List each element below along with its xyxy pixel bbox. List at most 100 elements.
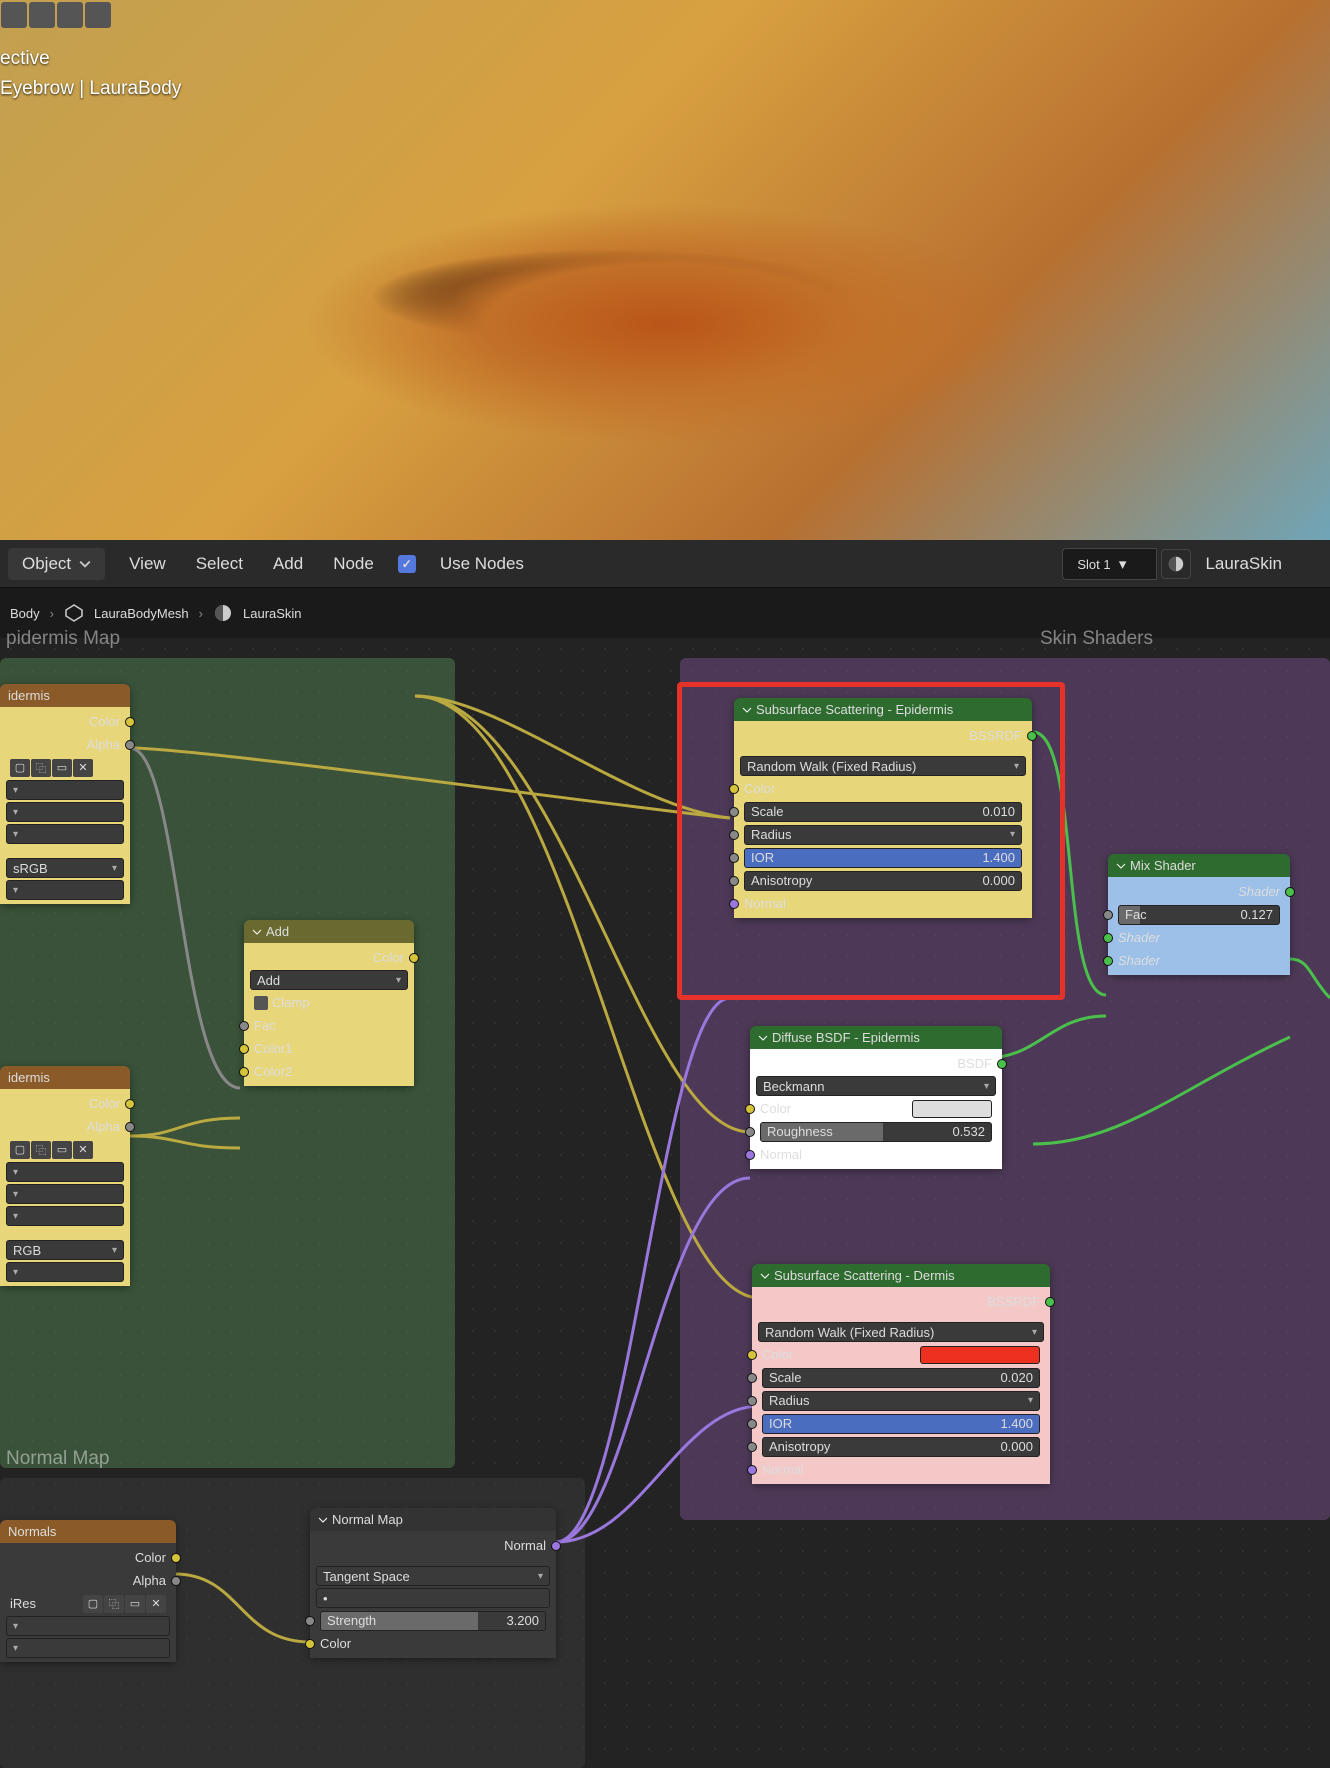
uvmap-field[interactable]: •: [316, 1588, 550, 1608]
socket-normal-in[interactable]: [747, 1465, 757, 1475]
browse-image-icon[interactable]: ▢: [83, 1595, 103, 1613]
node-image-texture-dermis[interactable]: idermis Color Alpha ▢ ⿻ ▭ ✕ RGB: [0, 1066, 130, 1286]
socket-scale-in[interactable]: [729, 807, 739, 817]
menu-select[interactable]: Select: [190, 550, 249, 578]
alpha-dropdown[interactable]: [6, 1262, 124, 1282]
unlink-icon[interactable]: ✕: [73, 759, 93, 777]
viewport-3d[interactable]: ective Eyebrow | LauraBody: [0, 0, 1330, 540]
tool-button[interactable]: [57, 2, 83, 28]
ior-field[interactable]: IOR1.400: [744, 848, 1022, 868]
colorspace-dropdown[interactable]: RGB: [6, 1240, 124, 1260]
color-swatch[interactable]: [920, 1346, 1040, 1364]
socket-roughness-in[interactable]: [745, 1127, 755, 1137]
space-dropdown[interactable]: Tangent Space: [316, 1566, 550, 1586]
socket-alpha-out[interactable]: [125, 740, 135, 750]
blend-mode-dropdown[interactable]: Add: [250, 970, 408, 990]
open-icon[interactable]: ▭: [52, 1141, 72, 1159]
socket-radius-in[interactable]: [729, 830, 739, 840]
unlink-icon[interactable]: ✕: [146, 1595, 166, 1613]
use-nodes-checkbox[interactable]: ✓: [398, 555, 416, 573]
socket-color-out[interactable]: [409, 953, 419, 963]
radius-field[interactable]: Radius: [762, 1391, 1040, 1411]
alpha-dropdown[interactable]: [6, 880, 124, 900]
interpolation-dropdown[interactable]: [6, 1638, 170, 1658]
tool-button[interactable]: [1, 2, 27, 28]
tool-button[interactable]: [85, 2, 111, 28]
socket-radius-in[interactable]: [747, 1396, 757, 1406]
socket-color1-in[interactable]: [239, 1044, 249, 1054]
clamp-checkbox[interactable]: [254, 996, 268, 1010]
ior-field[interactable]: IOR1.400: [762, 1414, 1040, 1434]
duplicate-icon[interactable]: ⿻: [104, 1595, 124, 1613]
projection-dropdown[interactable]: [6, 824, 124, 844]
roughness-field[interactable]: Roughness0.532: [760, 1122, 992, 1142]
anisotropy-field[interactable]: Anisotropy0.000: [762, 1437, 1040, 1457]
unlink-icon[interactable]: ✕: [73, 1141, 93, 1159]
node-diffuse-bsdf[interactable]: Diffuse BSDF - Epidermis BSDF Beckmann C…: [750, 1026, 1002, 1169]
node-image-texture-epidermis[interactable]: idermis Color Alpha ▢ ⿻ ▭ ✕ sRGB: [0, 684, 130, 904]
image-dropdown[interactable]: [6, 1616, 170, 1636]
socket-color-out[interactable]: [125, 717, 135, 727]
socket-normal-in[interactable]: [745, 1150, 755, 1160]
duplicate-icon[interactable]: ⿻: [31, 1141, 51, 1159]
socket-color-in[interactable]: [745, 1104, 755, 1114]
socket-color-out[interactable]: [171, 1553, 181, 1563]
tool-button[interactable]: [29, 2, 55, 28]
projection-dropdown[interactable]: [6, 1206, 124, 1226]
radius-field[interactable]: Radius: [744, 825, 1022, 845]
node-sss-dermis[interactable]: Subsurface Scattering - Dermis BSSRDF Ra…: [752, 1264, 1050, 1484]
material-icon[interactable]: [1161, 549, 1191, 579]
socket-shader-in[interactable]: [1103, 933, 1113, 943]
socket-anisotropy-in[interactable]: [747, 1442, 757, 1452]
node-mixrgb-add[interactable]: Add Color Add Clamp Fac Color1 Color2: [244, 920, 414, 1086]
breadcrumb-item[interactable]: LauraSkin: [243, 606, 302, 621]
interpolation-dropdown[interactable]: [6, 1184, 124, 1204]
socket-bssrdf-out[interactable]: [1027, 731, 1037, 741]
socket-ior-in[interactable]: [747, 1419, 757, 1429]
node-image-texture-normals[interactable]: Normals Color Alpha iRes ▢ ⿻ ▭ ✕: [0, 1520, 176, 1662]
anisotropy-field[interactable]: Anisotropy0.000: [744, 871, 1022, 891]
socket-color-in[interactable]: [305, 1639, 315, 1649]
node-sss-epidermis[interactable]: Subsurface Scattering - Epidermis BSSRDF…: [734, 698, 1032, 918]
open-icon[interactable]: ▭: [52, 759, 72, 777]
distribution-dropdown[interactable]: Beckmann: [756, 1076, 996, 1096]
socket-color-in[interactable]: [747, 1350, 757, 1360]
browse-image-icon[interactable]: ▢: [10, 1141, 30, 1159]
image-dropdown[interactable]: [6, 780, 124, 800]
duplicate-icon[interactable]: ⿻: [31, 759, 51, 777]
breadcrumb-item[interactable]: Body: [10, 606, 40, 621]
material-slot-dropdown[interactable]: Slot 1 ▾: [1062, 548, 1157, 580]
scale-field[interactable]: Scale0.010: [744, 802, 1022, 822]
menu-node[interactable]: Node: [327, 550, 380, 578]
breadcrumb-item[interactable]: LauraBodyMesh: [94, 606, 189, 621]
sss-method-dropdown[interactable]: Random Walk (Fixed Radius): [740, 756, 1026, 776]
socket-color2-in[interactable]: [239, 1067, 249, 1077]
strength-field[interactable]: Strength3.200: [320, 1611, 546, 1631]
socket-color-in[interactable]: [729, 784, 739, 794]
socket-alpha-out[interactable]: [125, 1122, 135, 1132]
socket-color-out[interactable]: [125, 1099, 135, 1109]
node-editor-canvas[interactable]: pidermis Map Skin Shaders Normal Map ide…: [0, 638, 1330, 1768]
socket-anisotropy-in[interactable]: [729, 876, 739, 886]
socket-fac-in[interactable]: [1103, 910, 1113, 920]
socket-normal-in[interactable]: [729, 899, 739, 909]
socket-bsdf-out[interactable]: [997, 1059, 1007, 1069]
node-mix-shader[interactable]: Mix Shader Shader Fac0.127 Shader Shader: [1108, 854, 1290, 975]
editor-mode-dropdown[interactable]: Object: [8, 548, 105, 580]
open-icon[interactable]: ▭: [125, 1595, 145, 1613]
material-name-field[interactable]: LauraSkin: [1195, 554, 1322, 574]
socket-ior-in[interactable]: [729, 853, 739, 863]
color-swatch[interactable]: [912, 1100, 992, 1118]
socket-scale-in[interactable]: [747, 1373, 757, 1383]
sss-method-dropdown[interactable]: Random Walk (Fixed Radius): [758, 1322, 1044, 1342]
socket-fac-in[interactable]: [239, 1021, 249, 1031]
socket-strength-in[interactable]: [305, 1616, 315, 1626]
browse-image-icon[interactable]: ▢: [10, 759, 30, 777]
socket-shader-out[interactable]: [1285, 887, 1295, 897]
socket-bssrdf-out[interactable]: [1045, 1297, 1055, 1307]
interpolation-dropdown[interactable]: [6, 802, 124, 822]
menu-add[interactable]: Add: [267, 550, 309, 578]
menu-view[interactable]: View: [123, 550, 172, 578]
socket-shader-in[interactable]: [1103, 956, 1113, 966]
socket-alpha-out[interactable]: [171, 1576, 181, 1586]
